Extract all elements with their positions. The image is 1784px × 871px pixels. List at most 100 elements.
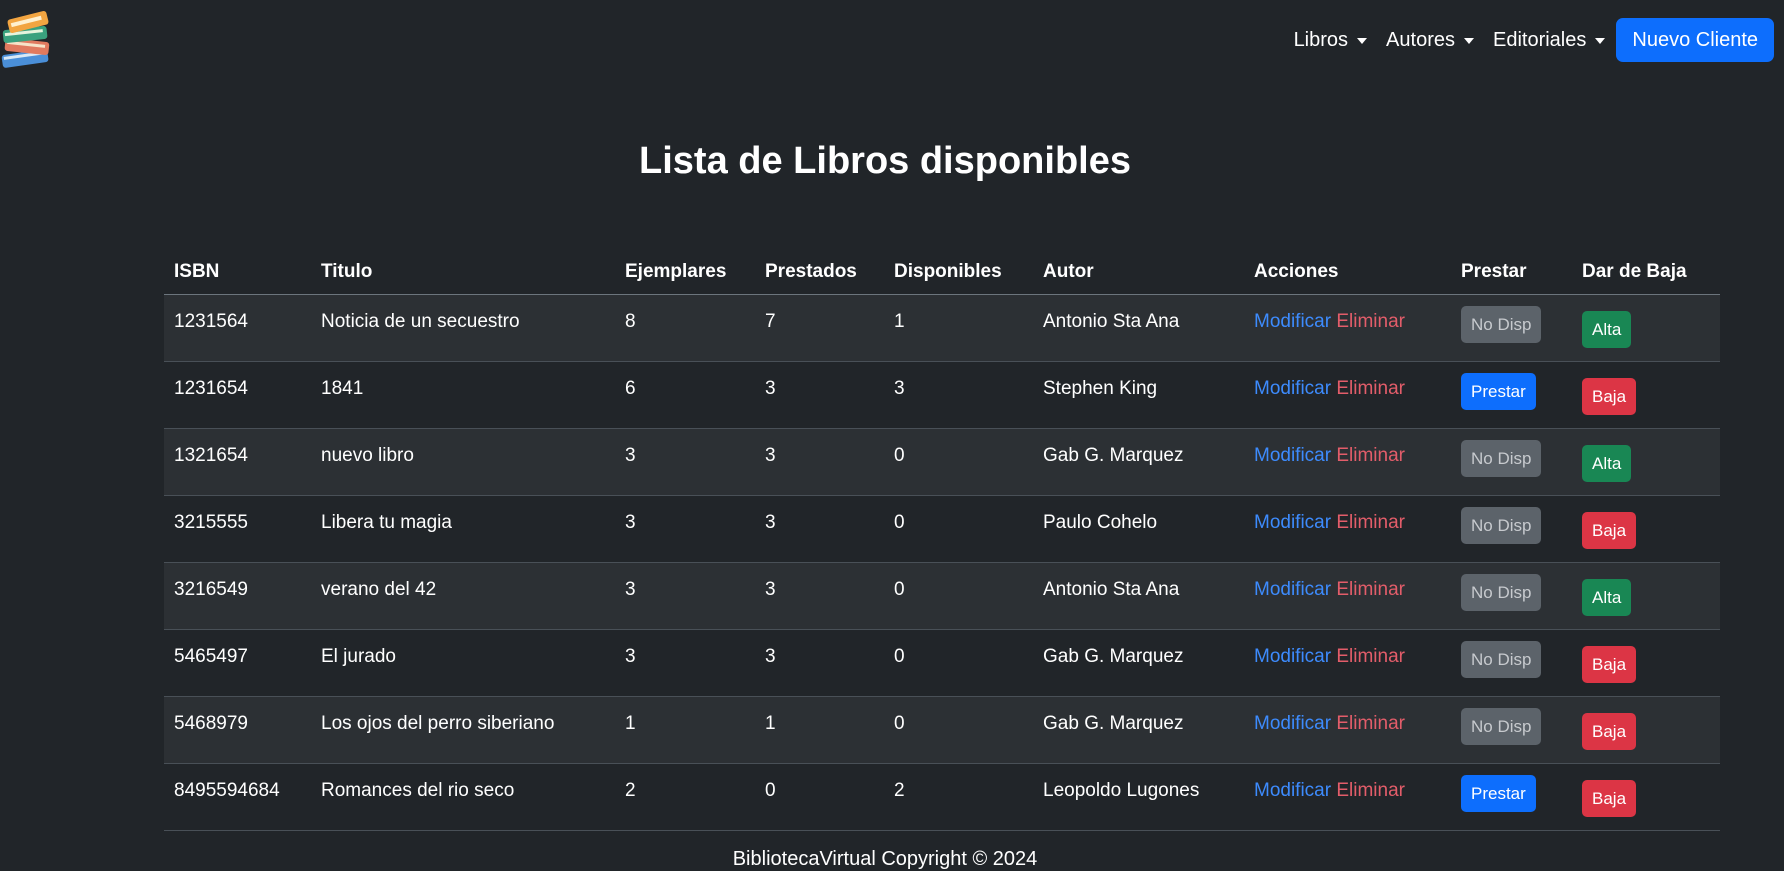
isbn-cell: 1321654	[174, 445, 248, 466]
nav-item-editoriales[interactable]: Editoriales	[1492, 28, 1606, 52]
nav-item-label: Editoriales	[1492, 28, 1587, 51]
table-row: 3215555 Libera tu magia 3 3 0 Paulo Cohe…	[164, 495, 1720, 563]
title-cell: El jurado	[321, 646, 396, 667]
copies-cell: 3	[625, 512, 636, 533]
title-cell: Los ojos del perro siberiano	[321, 713, 555, 734]
table-header-row: ISBN Titulo Ejemplares Prestados Disponi…	[164, 250, 1720, 295]
books-table: ISBN Titulo Ejemplares Prestados Disponi…	[164, 250, 1720, 831]
lend-button[interactable]: Prestar	[1461, 775, 1536, 812]
title-cell: verano del 42	[321, 579, 437, 600]
copies-cell: 8	[625, 311, 636, 332]
table-row: 1321654 nuevo libro 3 3 0 Gab G. Marquez…	[164, 428, 1720, 496]
nav-item-autores[interactable]: Autores	[1386, 29, 1474, 52]
isbn-cell: 3216549	[174, 579, 248, 600]
alta-button[interactable]: Alta	[1582, 579, 1632, 616]
copies-cell: 3	[625, 646, 636, 667]
author-cell: Leopoldo Lugones	[1043, 780, 1200, 801]
not-available-button[interactable]: No Disp	[1461, 306, 1542, 343]
title-cell: 1841	[321, 378, 364, 399]
modify-link[interactable]: Modificar	[1254, 646, 1331, 667]
copies-cell: 1	[625, 713, 636, 734]
baja-button[interactable]: Baja	[1582, 512, 1637, 549]
isbn-cell: 8495594684	[174, 780, 280, 801]
available-cell: 0	[894, 713, 905, 734]
copies-cell: 2	[625, 780, 636, 801]
delete-link[interactable]: Eliminar	[1336, 646, 1405, 667]
loaned-cell: 7	[765, 311, 776, 332]
author-cell: Gab G. Marquez	[1043, 646, 1184, 667]
column-header-titulo: Titulo	[311, 250, 615, 295]
nav-item-libros[interactable]: Libros	[1293, 28, 1368, 52]
nav-item-label: Libros	[1293, 28, 1349, 51]
baja-button[interactable]: Baja	[1582, 713, 1637, 750]
not-available-button[interactable]: No Disp	[1461, 574, 1542, 611]
loaned-cell: 3	[765, 445, 776, 466]
caret-down-icon	[1463, 38, 1474, 44]
title-cell: Noticia de un secuestro	[321, 311, 520, 332]
delete-link[interactable]: Eliminar	[1336, 780, 1405, 801]
title-cell: Libera tu magia	[321, 512, 452, 533]
baja-button[interactable]: Baja	[1582, 378, 1637, 415]
title-cell: nuevo libro	[321, 445, 414, 466]
modify-link[interactable]: Modificar	[1254, 311, 1331, 332]
nav-item-label: Autores	[1386, 28, 1455, 51]
delete-link[interactable]: Eliminar	[1336, 579, 1405, 600]
table-row: 3216549 verano del 42 3 3 0 Antonio Sta …	[164, 562, 1720, 630]
delete-link[interactable]: Eliminar	[1336, 378, 1405, 399]
available-cell: 2	[894, 780, 905, 801]
baja-button[interactable]: Baja	[1582, 646, 1637, 683]
new-client-button[interactable]: Nuevo Cliente	[1616, 18, 1774, 62]
column-header-disponibles: Disponibles	[884, 250, 1033, 295]
author-cell: Gab G. Marquez	[1043, 713, 1184, 734]
footer-copyright: BibliotecaVirtual Copyright © 2024	[732, 848, 1038, 870]
column-header-prestar: Prestar	[1451, 250, 1572, 295]
copies-cell: 3	[625, 579, 636, 600]
author-cell: Paulo Cohelo	[1043, 512, 1158, 533]
table-row: 8495594684 Romances del rio seco 2 0 2 L…	[164, 763, 1720, 831]
table-row: 1231564 Noticia de un secuestro 8 7 1 An…	[164, 294, 1720, 362]
loaned-cell: 3	[765, 646, 776, 667]
modify-link[interactable]: Modificar	[1254, 713, 1331, 734]
isbn-cell: 1231654	[174, 378, 248, 399]
delete-link[interactable]: Eliminar	[1336, 311, 1405, 332]
author-cell: Antonio Sta Ana	[1043, 311, 1180, 332]
modify-link[interactable]: Modificar	[1254, 378, 1331, 399]
loaned-cell: 3	[765, 378, 776, 399]
not-available-button[interactable]: No Disp	[1461, 507, 1542, 544]
caret-down-icon	[1357, 38, 1368, 44]
isbn-cell: 5465497	[174, 646, 248, 667]
modify-link[interactable]: Modificar	[1254, 445, 1331, 466]
available-cell: 3	[894, 378, 905, 399]
loaned-cell: 0	[765, 780, 776, 801]
modify-link[interactable]: Modificar	[1254, 579, 1331, 600]
baja-button[interactable]: Baja	[1582, 780, 1637, 817]
modify-link[interactable]: Modificar	[1254, 512, 1331, 533]
column-header-autor: Autor	[1033, 250, 1244, 295]
page-title: Lista de Libros disponibles	[639, 140, 1131, 182]
loaned-cell: 1	[765, 713, 776, 734]
alta-button[interactable]: Alta	[1582, 445, 1632, 482]
delete-link[interactable]: Eliminar	[1336, 512, 1405, 533]
available-cell: 0	[894, 646, 905, 667]
not-available-button[interactable]: No Disp	[1461, 440, 1542, 477]
caret-down-icon	[1595, 38, 1606, 44]
column-header-dar-de-baja: Dar de Baja	[1572, 250, 1720, 295]
author-cell: Stephen King	[1043, 378, 1158, 399]
delete-link[interactable]: Eliminar	[1336, 445, 1405, 466]
table-row: 5468979 Los ojos del perro siberiano 1 1…	[164, 696, 1720, 764]
alta-button[interactable]: Alta	[1582, 311, 1632, 348]
not-available-button[interactable]: No Disp	[1461, 708, 1542, 745]
column-header-acciones: Acciones	[1244, 250, 1451, 295]
isbn-cell: 3215555	[174, 512, 248, 533]
books-stack-icon[interactable]	[0, 10, 54, 72]
lend-button[interactable]: Prestar	[1461, 373, 1536, 410]
navbar: Libros Autores Editoriales Nuevo Cliente	[0, 0, 1784, 84]
table-row: 1231654 1841 6 3 3 Stephen King Modifica…	[164, 361, 1720, 429]
delete-link[interactable]: Eliminar	[1336, 713, 1405, 734]
not-available-button[interactable]: No Disp	[1461, 641, 1542, 678]
column-header-prestados: Prestados	[755, 250, 884, 295]
modify-link[interactable]: Modificar	[1254, 780, 1331, 801]
copies-cell: 6	[625, 378, 636, 399]
nav-menu: Libros Autores Editoriales Nuevo Cliente	[1294, 17, 1774, 63]
column-header-ejemplares: Ejemplares	[615, 250, 755, 295]
